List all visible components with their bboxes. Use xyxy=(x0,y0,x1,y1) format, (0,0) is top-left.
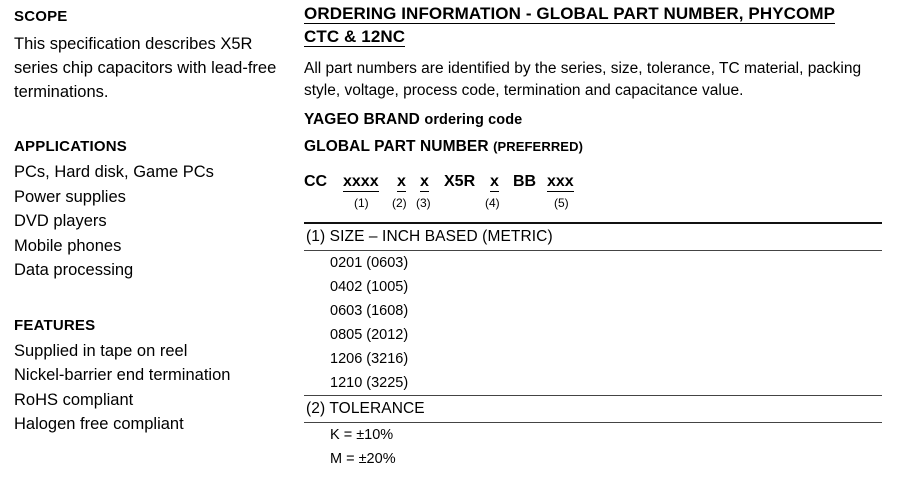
ordering-intro-text: All part numbers are identified by the s… xyxy=(304,60,862,99)
datasheet-page: SCOPE This specification describes X5R s… xyxy=(0,0,900,501)
scope-text: This specification describes X5R series … xyxy=(14,35,277,101)
ordering-heading-line2: CTC & 12NC xyxy=(304,29,894,48)
part-number-marker-row: (1) (2) (3) (4) (5) xyxy=(304,196,894,212)
list-item: Mobile phones xyxy=(14,236,122,255)
code-marker: (1) xyxy=(354,196,369,210)
table-row: 1206 (3216) xyxy=(330,351,409,367)
features-heading-text: FEATURES xyxy=(14,318,95,332)
code-segment: x xyxy=(397,173,406,192)
table-header: (2) TOLERANCE xyxy=(306,400,425,417)
yageo-brand-line: YAGEO BRAND ordering code xyxy=(304,111,894,129)
code-segment: CC xyxy=(304,173,328,190)
applications-list: PCs, Hard disk, Game PCs Power supplies … xyxy=(14,160,300,283)
code-segment: BB xyxy=(513,173,537,190)
scope-heading-text: SCOPE xyxy=(14,9,68,23)
code-segment: x xyxy=(490,173,499,192)
table-row: 0402 (1005) xyxy=(330,279,409,295)
list-item: PCs, Hard disk, Game PCs xyxy=(14,163,214,181)
list-item: Supplied in tape on reel xyxy=(14,341,188,360)
code-segment: x xyxy=(420,173,429,192)
ordering-heading-line1-text: ORDERING INFORMATION - GLOBAL PART NUMBE… xyxy=(304,6,836,24)
code-segment: xxx xyxy=(547,173,574,192)
table-row: M = ±20% xyxy=(330,451,396,467)
global-part-number-label: GLOBAL PART NUMBER xyxy=(304,138,489,155)
code-marker: (5) xyxy=(554,196,569,210)
list-item: Halogen free compliant xyxy=(14,415,184,433)
applications-heading-text: APPLICATIONS xyxy=(14,139,127,153)
ordering-heading-line2-text: CTC & 12NC xyxy=(304,29,406,47)
left-column: SCOPE This specification describes X5R s… xyxy=(0,0,300,437)
table-header: (1) SIZE – INCH BASED (METRIC) xyxy=(306,228,553,245)
features-list: Supplied in tape on reel Nickel-barrier … xyxy=(14,339,300,437)
ordering-tables: (1) SIZE – INCH BASED (METRIC) 0201 (0603… xyxy=(304,222,882,471)
table-row: K = ±10% xyxy=(330,427,394,443)
global-part-number-line: GLOBAL PART NUMBER (PREFERRED) xyxy=(304,138,894,156)
applications-heading: APPLICATIONS xyxy=(14,138,300,153)
features-heading: FEATURES xyxy=(14,317,300,332)
code-marker: (2) xyxy=(392,196,407,210)
code-segment: xxxx xyxy=(343,173,379,192)
features-block: FEATURES Supplied in tape on reel Nickel… xyxy=(14,317,300,437)
table-row: 1210 (3225) xyxy=(330,375,409,391)
applications-block: APPLICATIONS PCs, Hard disk, Game PCs Po… xyxy=(14,138,300,283)
list-item: RoHS compliant xyxy=(14,390,134,409)
global-part-number-suffix: (PREFERRED) xyxy=(493,139,583,154)
table-row: 0805 (2012) xyxy=(330,327,409,343)
yageo-brand-label: YAGEO BRAND xyxy=(304,111,420,128)
list-item: Nickel-barrier end termination xyxy=(14,366,231,384)
list-item: Power supplies xyxy=(14,187,126,206)
code-marker: (4) xyxy=(485,196,500,210)
table-row: 0201 (0603) xyxy=(330,255,409,271)
table-row: 0603 (1608) xyxy=(330,303,409,319)
code-marker: (3) xyxy=(416,196,431,210)
scope-heading: SCOPE xyxy=(14,8,300,23)
code-segment: X5R xyxy=(444,173,476,190)
list-item: Data processing xyxy=(14,261,134,279)
part-number-code-line: CC xxxx x x X5R x BB xxx xyxy=(304,173,894,193)
yageo-brand-suffix: ordering code xyxy=(424,112,523,128)
right-column: ORDERING INFORMATION - GLOBAL PART NUMBE… xyxy=(300,0,900,471)
ordering-heading-line1: ORDERING INFORMATION - GLOBAL PART NUMBE… xyxy=(304,6,894,25)
list-item: DVD players xyxy=(14,212,107,230)
